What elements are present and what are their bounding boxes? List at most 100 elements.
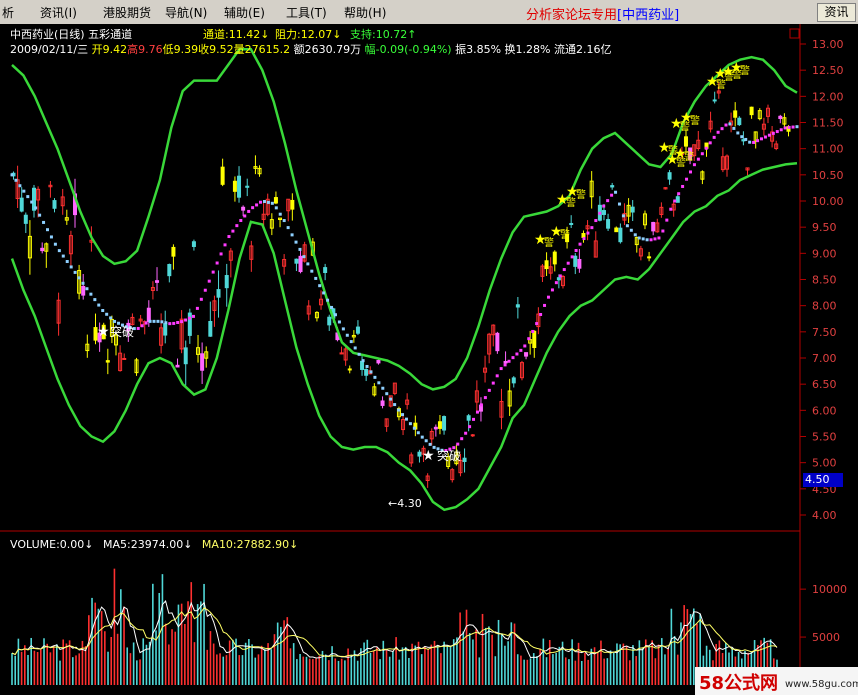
candle-body <box>462 457 467 462</box>
breakout-label: 突破 <box>437 448 461 463</box>
channel-dot <box>472 417 476 421</box>
candle-body <box>19 197 24 212</box>
channel-dot <box>606 199 610 203</box>
breakout-label: 突破 <box>110 324 134 339</box>
chart-canvas[interactable]: 13.00 12.50 12.00 11.50 11.00 10.50 10.00 9.50 9… <box>0 24 858 695</box>
channel-dot <box>286 226 290 230</box>
breakout-star: ★ <box>422 448 435 464</box>
candle-body <box>532 330 537 348</box>
channel-dot <box>152 319 156 323</box>
channel-dot <box>357 352 361 356</box>
channel-dot <box>527 337 531 341</box>
channel-dot <box>180 320 184 324</box>
channel-dot <box>456 442 460 446</box>
channel-dot <box>188 316 192 320</box>
candle-body <box>241 206 246 211</box>
channel-dot <box>219 252 223 256</box>
channel-dot <box>172 321 176 325</box>
channel-dot <box>294 240 298 244</box>
channel-dot <box>720 127 724 131</box>
channel-dot <box>401 413 405 417</box>
channel-dot <box>136 326 140 330</box>
candle-body <box>712 99 717 102</box>
channel-dot <box>708 141 712 145</box>
channel-dot <box>397 408 401 412</box>
candle-body <box>380 400 385 406</box>
warn-label: 警 <box>560 228 570 241</box>
channel-dot <box>539 313 543 317</box>
warn-label: 警 <box>576 188 586 201</box>
candle-body <box>544 260 549 270</box>
channel-dot <box>677 192 681 196</box>
menu-assist[interactable]: 辅助(E) <box>224 4 265 21</box>
price-tick-label: 8.50 <box>812 274 837 287</box>
warn-label: 警 <box>740 64 750 77</box>
chart-area[interactable]: 13.00 12.50 12.00 11.50 11.00 10.50 10.00 9.50 9… <box>0 24 858 695</box>
channel-dot <box>156 319 160 323</box>
channel-dot <box>373 375 377 379</box>
candle-body <box>442 416 447 431</box>
ohlc-low: 低9.39 <box>162 43 199 56</box>
candle-body <box>294 258 299 264</box>
menu-info[interactable]: 资讯(I) <box>40 4 77 21</box>
candle-body <box>237 175 242 198</box>
menu-help[interactable]: 帮助(H) <box>344 4 386 21</box>
brand-text: 分析家论坛专用 <box>526 8 618 23</box>
channel-dot <box>333 313 337 317</box>
info-button[interactable]: 资讯 <box>817 3 856 22</box>
candle-body <box>470 434 475 437</box>
menu-hk-futures[interactable]: 港股期货 <box>103 4 151 21</box>
channel-dot <box>160 320 164 324</box>
channel-dot <box>105 312 109 316</box>
channel-dot <box>740 135 744 139</box>
candle-body <box>245 185 250 188</box>
channel-dot <box>361 359 365 363</box>
channel-dot <box>688 170 692 174</box>
candle-body <box>146 307 151 322</box>
channel-dot <box>696 157 700 161</box>
channel-dot <box>314 276 318 280</box>
menu-tools[interactable]: 工具(T) <box>286 4 327 21</box>
menu-navigate[interactable]: 导航(N) <box>165 4 207 21</box>
channel-dot <box>621 214 625 218</box>
channel-dot <box>223 243 227 247</box>
candle-body <box>273 197 278 204</box>
candle-body <box>355 326 360 334</box>
candle-body <box>524 352 529 357</box>
candle-body <box>183 347 188 365</box>
ohlc-open: 开9.42 <box>91 43 128 56</box>
channel-dot <box>491 381 495 385</box>
channel-dot <box>176 321 180 325</box>
brand-title: 分析家论坛专用[中西药业] <box>526 4 679 23</box>
candle-body <box>376 359 381 364</box>
channel-dot <box>73 270 77 274</box>
channel-dot <box>377 381 381 385</box>
channel-dot <box>617 202 621 206</box>
candle-body <box>171 246 176 257</box>
price-tick-label: 5.00 <box>812 457 837 470</box>
menu-analysis[interactable]: 析 <box>2 4 14 21</box>
channel-dot <box>298 247 302 251</box>
channel-dot <box>262 199 266 203</box>
channel-dot <box>184 318 188 322</box>
channel-dot <box>251 206 255 210</box>
channel-dot <box>562 268 566 272</box>
candle-body <box>23 214 28 224</box>
channel-dot <box>412 426 416 430</box>
channel-dot <box>479 403 483 407</box>
channel-dot <box>393 403 397 407</box>
candle-body <box>737 117 742 126</box>
channel-dot <box>681 184 685 188</box>
channel-dot <box>326 298 330 302</box>
channel-dot <box>416 431 420 435</box>
candle-body <box>778 115 783 119</box>
channel-dot <box>779 128 783 132</box>
ohlc-high: 高9.76 <box>127 43 163 56</box>
candle-body <box>569 223 574 226</box>
price-tick-label: 12.50 <box>812 64 844 77</box>
channel-dot <box>637 236 641 240</box>
channel-dot <box>420 435 424 439</box>
channel-dot <box>653 237 657 241</box>
channel-dot <box>692 163 696 167</box>
ohlc-float: 流通2.16亿 <box>553 43 612 56</box>
